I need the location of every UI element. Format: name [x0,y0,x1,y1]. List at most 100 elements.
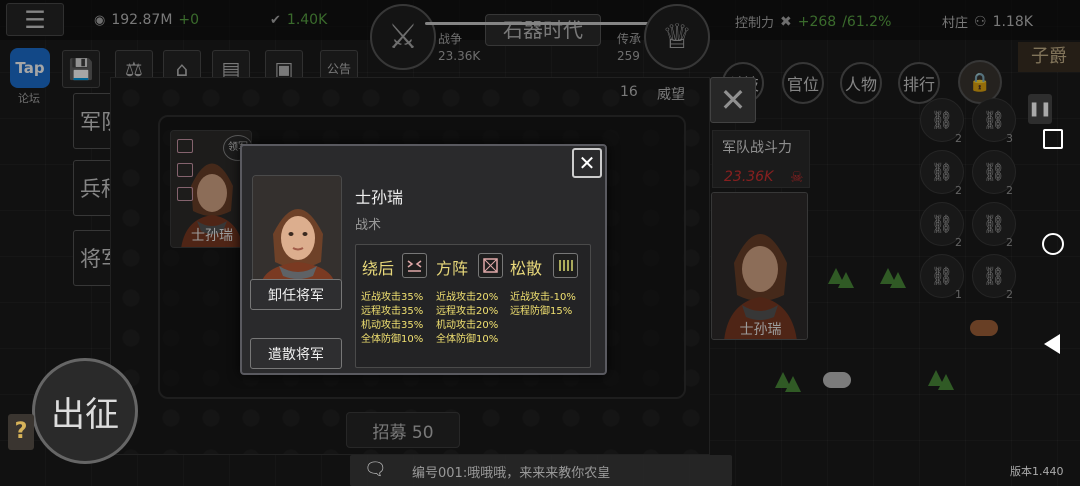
flank-trait-icon [402,253,427,278]
people-icon: ⚇ [974,13,987,30]
nav-office[interactable]: 官位 [782,62,824,104]
food-resource: ✔ 1.40K [270,12,327,28]
money-delta: +0 [178,12,200,28]
flank-trait-icon [177,139,193,153]
war-button[interactable]: ⚔ [370,4,436,70]
unit-count: 2 [955,236,962,249]
viking-helmet-icon: ⛓ [982,109,1006,131]
expedition-button[interactable]: 出征 [32,358,138,464]
viking-helmet-icon: ⛓ [982,213,1006,235]
control-value: /61.2% [842,13,892,30]
crown-icon: ♕ [661,17,693,57]
disband-general-label: 遣散将军 [268,346,324,363]
stat-col1: 近战攻击35% 远程攻击35% 机动攻击35% 全体防御10% [361,291,423,347]
home-button[interactable] [1042,233,1064,255]
army-general-name: 士孙瑞 [739,322,782,338]
dismiss-general-button[interactable]: 卸任将军 [250,279,342,310]
stat-line: 远程攻击35% [361,306,424,317]
nav-ranking-label: 排行 [902,75,935,94]
help-button[interactable]: ? [8,414,34,450]
pause-button[interactable]: ❚❚ [1028,94,1052,124]
taptap-button[interactable]: Tap [10,48,50,88]
food-icon: ✔ [270,12,281,28]
era-progress-bar [425,22,653,25]
viking-helmet-icon: ⛓ [930,161,954,183]
viking-helmet-icon: ⛓ [930,213,954,235]
unit-count: 2 [1006,236,1013,249]
loose-trait-icon [177,163,193,177]
phalanx-trait-icon [478,253,503,278]
stat-col2: 近战攻击20% 远程攻击20% 机动攻击20% 全体防御10% [436,291,498,347]
swords-small-icon: ✖ [780,13,792,30]
dialog-general-portrait [252,175,342,283]
chat-message: 编号001:哦哦哦，来来来教你农皇 [412,466,611,481]
rank-title: 子爵 [1018,42,1080,72]
menu-icon: ☰ [24,5,46,34]
sheep-icon [823,372,851,388]
viking-helmet-icon: ⛓ [982,161,1006,183]
dialog-general-name: 士孙瑞 [355,188,404,207]
unit-count: 2 [1006,288,1013,301]
control-resource: 控制力 ✖ +268 /61.2% [735,12,892,32]
army-power-label: 军队战斗力 [722,140,792,156]
unit-count: 2 [955,132,962,145]
nav-character-label: 人物 [844,75,877,94]
game-screen: { "topbar": { "money": "192.87M", "money… [0,0,1080,486]
unit-count: 2 [955,184,962,197]
notice-label: 公告 [326,62,351,76]
dialog-subtitle: 战术 [355,218,382,233]
loose-trait-icon [553,253,578,278]
viking-helmet-icon: ⛓ [930,109,954,131]
prestige-value: 16 [620,84,638,100]
nav-office-label: 官位 [786,75,819,94]
money-value: 192.87M [111,12,173,28]
unit-count: 3 [1006,132,1013,145]
dismiss-general-label: 卸任将军 [268,287,324,304]
close-icon: ✕ [578,151,596,175]
phalanx-trait-icon [177,187,193,201]
tap-label: Tap [15,59,45,77]
village-value: 1.18K [992,13,1033,30]
nav-ranking[interactable]: 排行 [898,62,940,104]
close-icon: ✕ [719,81,747,119]
close-panel-button[interactable]: ✕ [710,77,756,123]
chat-bubble-icon: 🗨 [364,459,387,480]
control-label: 控制力 [735,16,775,31]
forum-label: 论坛 [18,92,40,105]
army-general-card[interactable]: 士孙瑞 [711,192,808,340]
forest-tile-icon [838,272,854,288]
trait-loose: 松散 [510,259,543,278]
stat-line: 全体防御10% [361,334,424,345]
menu-button[interactable]: ☰ [6,3,64,36]
back-button[interactable] [1044,334,1060,354]
stat-line: 近战攻击20% [436,292,499,303]
stat-line: 机动攻击35% [361,320,424,331]
expedition-label: 出征 [51,394,119,435]
disband-general-button[interactable]: 遣散将军 [250,338,342,369]
legacy-button[interactable]: ♕ [644,4,710,70]
skull-icon: ☠ [790,168,804,186]
forest-tile-icon [785,376,801,392]
war-label: 战争 [438,32,463,46]
legacy-label: 传承 [617,32,642,46]
lock-icon: 🔒 [968,71,992,93]
trait-flank: 绕后 [362,259,395,278]
prestige-label: 威望 [657,87,685,103]
save-button[interactable]: 💾 [62,50,100,88]
dialog-close-button[interactable]: ✕ [572,148,602,178]
unit-count: 1 [955,288,962,301]
stat-line: 机动攻击20% [436,320,499,331]
control-delta: +268 [797,13,837,30]
recruit-button[interactable]: 招募 50 [346,412,460,448]
viking-helmet-icon: ⛓ [930,265,954,287]
recent-apps-button[interactable] [1043,129,1063,149]
stat-line: 远程防御15% [510,306,573,317]
forest-tile-icon [938,374,954,390]
money-icon: ◉ [94,12,106,28]
nav-character[interactable]: 人物 [840,62,882,104]
food-value: 1.40K [286,12,328,28]
cattle-icon [970,320,998,336]
version-label: 版本1.440 [1010,465,1064,478]
viking-helmet-icon: ⛓ [982,265,1006,287]
war-value: 23.36K [438,49,481,63]
